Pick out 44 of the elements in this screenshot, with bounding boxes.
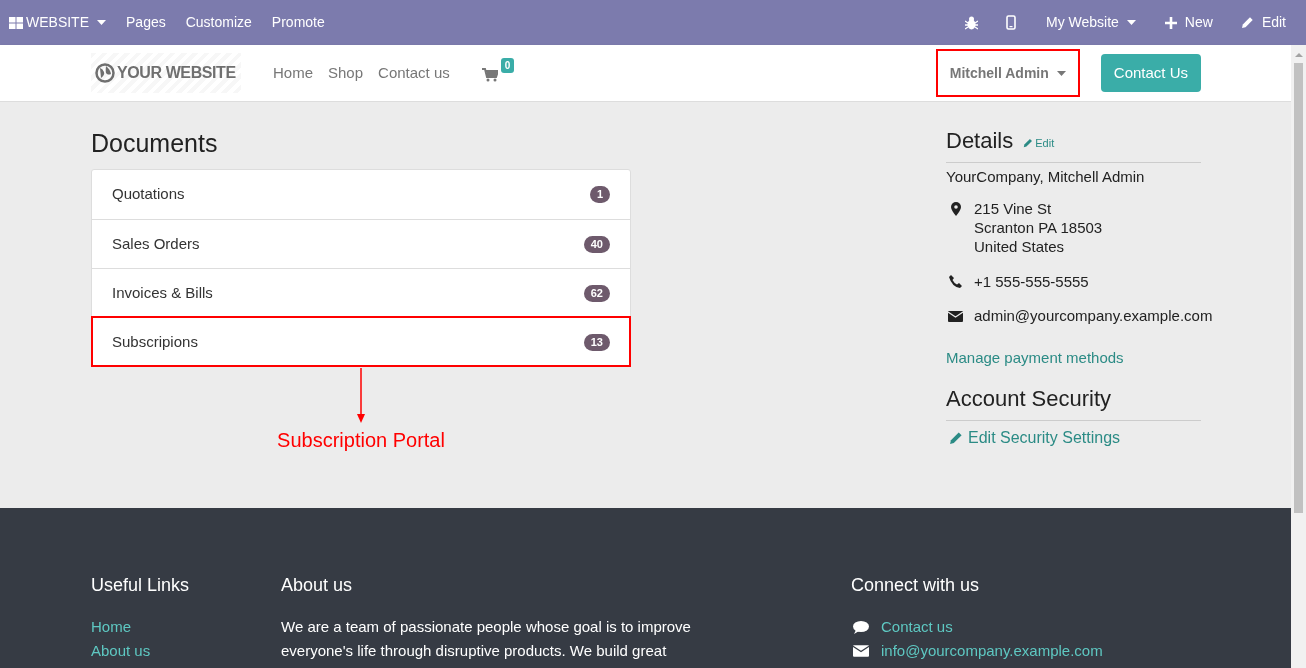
cart-count-badge: 0	[500, 58, 515, 73]
nav-link[interactable]: Home	[273, 61, 313, 85]
customer-name: YourCompany, Mitchell Admin	[946, 167, 1146, 187]
footer-heading: About us	[281, 574, 354, 597]
document-row[interactable]: Quotations 1	[92, 170, 630, 219]
footer-contact-link[interactable]: Contact us	[881, 615, 953, 639]
count-badge: 62	[583, 284, 610, 302]
user-menu[interactable]: Mitchell Admin	[935, 49, 1080, 97]
nav-link[interactable]: Contact us	[378, 61, 450, 85]
edit-link[interactable]: Edit	[1023, 134, 1055, 151]
admin-menu-item[interactable]: Pages	[126, 12, 166, 33]
footer-heading: Connect with us	[851, 574, 981, 597]
admin-menu-item[interactable]: Promote	[271, 12, 325, 33]
payment-methods-link[interactable]: Manage payment methods	[946, 346, 1201, 369]
document-row[interactable]: Invoices & Bills 62	[92, 268, 630, 317]
document-row[interactable]: Subscripions 13	[92, 317, 630, 366]
website-switcher[interactable]: My Website	[1046, 12, 1136, 33]
documents-title: Documents	[91, 128, 219, 158]
security-title: Account Security	[946, 386, 1201, 421]
address: 215 Vine St Scranton PA 18503 United States	[974, 198, 1103, 256]
document-row[interactable]: Sales Orders 40	[92, 219, 630, 268]
count-badge: 40	[583, 235, 610, 253]
security-settings-link[interactable]: Edit Security Settings	[946, 426, 1201, 450]
count-badge: 1	[589, 186, 610, 203]
footer-link[interactable]: Home	[91, 615, 281, 639]
document-label: Invoices & Bills	[112, 282, 213, 303]
new-button[interactable]: New	[1164, 12, 1213, 33]
details-title: Details	[946, 128, 1014, 154]
phone-number: +1 555-555-5555	[974, 271, 1089, 292]
about-text: We are a team of passionate people whose goal is to improve everyone's life through disruptive products. We build great	[281, 617, 692, 661]
document-label: Quotations	[112, 184, 185, 205]
apps-menu[interactable]: WEBSITE	[0, 0, 106, 45]
footer-contact-link[interactable]: info@yourcompany.example.com	[881, 639, 1103, 663]
nav-link[interactable]: Shop	[328, 61, 364, 85]
document-label: Sales Orders	[112, 233, 200, 254]
footer-link[interactable]: About us	[91, 639, 281, 663]
count-badge: 13	[583, 333, 610, 351]
edit-button[interactable]: Edit	[1240, 12, 1286, 33]
contact-us-button[interactable]: Contact Us	[1100, 54, 1201, 92]
document-label: Subscripions	[112, 331, 198, 352]
email-address: admin@yourcompany.example.com	[974, 306, 1213, 326]
footer-heading: Useful Links	[91, 574, 191, 597]
annotation-label: Subscription Portal	[277, 428, 445, 453]
admin-menu-item[interactable]: Customize	[185, 12, 252, 33]
